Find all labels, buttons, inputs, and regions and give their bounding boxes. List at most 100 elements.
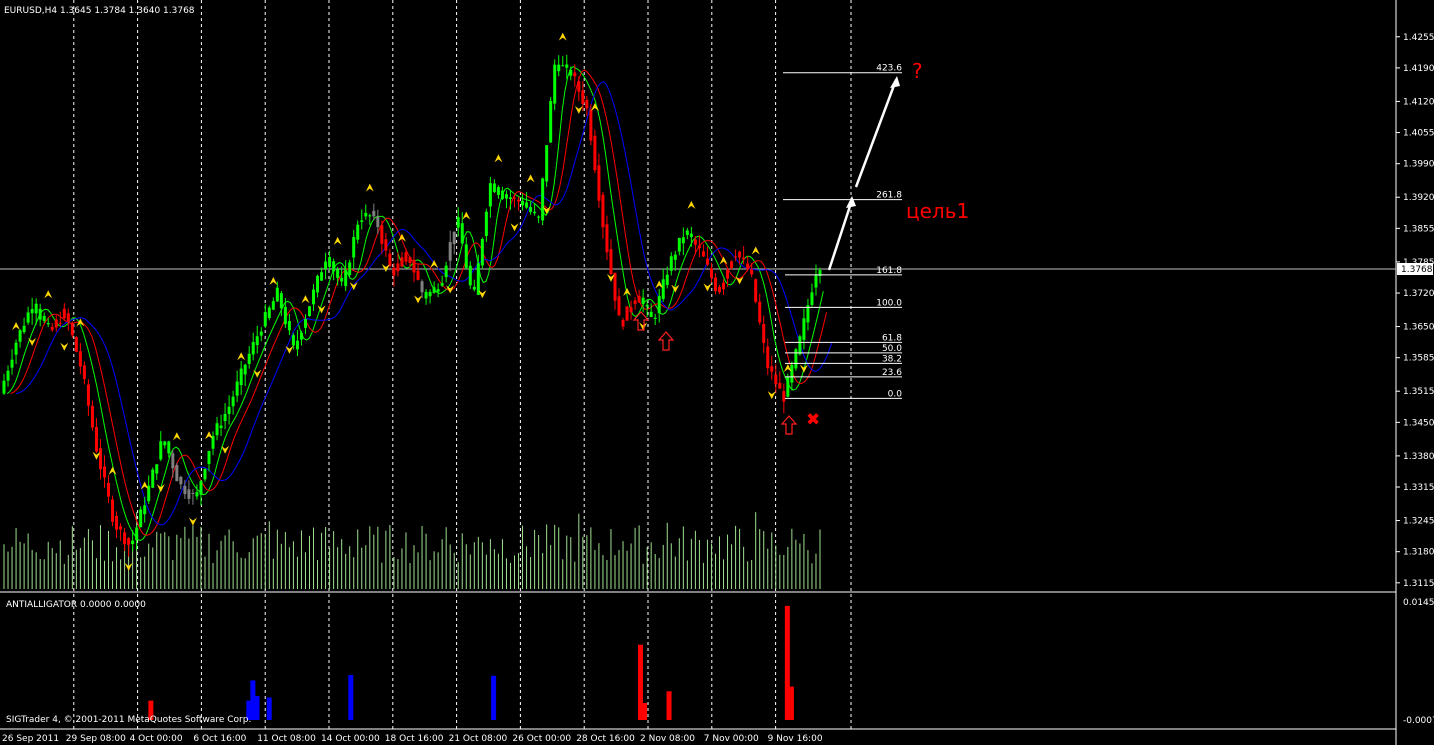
price-bar-body (90, 405, 94, 428)
price-bar-body (633, 300, 637, 305)
trading-chart[interactable]: 0.023.638.250.061.8100.0161.8261.8423.6 … (0, 0, 1434, 745)
question-mark: ? (912, 59, 923, 83)
price-bar-body (565, 64, 569, 68)
time-tick-label: 29 Sep 08:00 (66, 734, 126, 744)
price-bar-body (754, 279, 758, 302)
fib-level-label: 38.2 (882, 354, 902, 364)
fractal-up-icon (365, 183, 374, 192)
fractal-up-icon (12, 321, 21, 330)
price-bar-body (420, 281, 424, 293)
price-bar-body (436, 289, 440, 292)
price-axis-labels: 1.4255 1.4190 1.4120 1.4055 1.3990 1.3920 1.38… (1396, 33, 1434, 726)
price-bar-body (82, 365, 86, 380)
fractal-up-icon (687, 200, 696, 209)
price-bar-body (521, 200, 525, 206)
price-bar-body (734, 256, 738, 258)
fractal-down-icon (767, 391, 776, 400)
price-bar-body (320, 272, 324, 281)
price-bar-body (163, 441, 167, 446)
fractal-up-icon (108, 466, 117, 475)
price-bar-body (295, 340, 299, 350)
price-tick-label: 1.4055 (1403, 129, 1434, 139)
price-bar-body (167, 441, 171, 454)
fractal-up-icon (333, 236, 342, 245)
fractal-up-icon (44, 290, 53, 299)
price-tick-label: 1.3180 (1403, 548, 1434, 558)
price-bar-body (243, 364, 247, 375)
price-bar-body (525, 202, 529, 208)
price-bar-body (239, 368, 243, 386)
price-bar-body (609, 249, 613, 274)
price-bar-body (215, 423, 219, 436)
time-tick-label: 21 Oct 08:00 (449, 734, 508, 744)
price-tick-label: 1.3245 (1403, 517, 1434, 527)
fractal-down-icon (799, 364, 808, 373)
price-bar-body (730, 261, 734, 268)
price-bar-body (649, 311, 653, 317)
price-bar-body (291, 335, 295, 346)
price-bar-body (432, 287, 436, 293)
price-bar-body (762, 324, 766, 344)
price-bar-body (271, 301, 275, 310)
fib-level-label: 100.0 (876, 298, 902, 308)
price-bar-body (235, 381, 239, 396)
price-bar-body (685, 230, 689, 236)
current-price-label: 1.3768 (1401, 265, 1433, 275)
price-bar-body (553, 64, 557, 104)
price-bar-body (508, 197, 512, 200)
price-bar-body (549, 100, 553, 143)
price-bar-body (492, 183, 496, 193)
fractal-down-icon (381, 264, 390, 273)
price-bar-body (348, 262, 352, 276)
price-bar-body (275, 287, 279, 302)
fractal-up-icon (751, 246, 760, 255)
price-bar-body (589, 109, 593, 141)
fib-level-label: 423.6 (876, 64, 902, 74)
fractal-down-icon (28, 337, 37, 346)
price-bar-body (557, 64, 561, 72)
price-bar-body (340, 277, 344, 282)
fractal-down-icon (60, 342, 69, 351)
price-bar-body (78, 351, 82, 367)
price-bar-body (709, 268, 713, 278)
indicator-title: ANTIALLIGATOR 0.0000 0.0000 (6, 600, 146, 610)
price-bar-body (697, 245, 701, 249)
price-bar-body (42, 315, 46, 321)
price-bar-body (569, 70, 573, 76)
price-bar-body (119, 526, 123, 530)
time-tick-label: 26 Sep 2011 (2, 734, 59, 744)
price-bar-body (360, 220, 364, 223)
price-bar-body (303, 319, 307, 328)
price-bar-body (460, 223, 464, 244)
price-bar-body (669, 256, 673, 271)
price-bar-body (336, 269, 340, 278)
price-tick-label: 1.3920 (1403, 193, 1434, 203)
histogram-bar (348, 674, 354, 720)
price-bar-body (440, 283, 444, 286)
price-bar-body (476, 263, 480, 295)
price-bar-body (750, 269, 754, 275)
price-bar-body (513, 197, 517, 199)
price-bar-body (681, 237, 685, 244)
price-bar-body (484, 211, 488, 236)
price-bar-body (701, 251, 705, 257)
fib-level-label: 61.8 (882, 333, 902, 343)
price-bar-body (111, 499, 115, 522)
price-bar-body (661, 279, 665, 300)
fractal-up-icon (205, 431, 214, 440)
price-bar-body (774, 374, 778, 385)
price-bar-body (545, 145, 549, 182)
price-bar-body (376, 216, 380, 228)
price-bar-body (689, 233, 693, 238)
price-bar-body (58, 322, 62, 324)
copyright-text: SIGTrader 4, © 2001-2011 MetaQuotes Soft… (6, 715, 251, 725)
price-bar-body (384, 239, 388, 251)
histogram-bar (491, 675, 497, 720)
price-bar-body (247, 353, 251, 364)
price-bar-body (408, 257, 412, 264)
time-tick-label: 28 Oct 16:00 (576, 734, 635, 744)
price-bar-body (123, 532, 127, 545)
price-bar-body (70, 322, 74, 336)
price-bar-body (344, 269, 348, 287)
price-bar-body (392, 267, 396, 276)
